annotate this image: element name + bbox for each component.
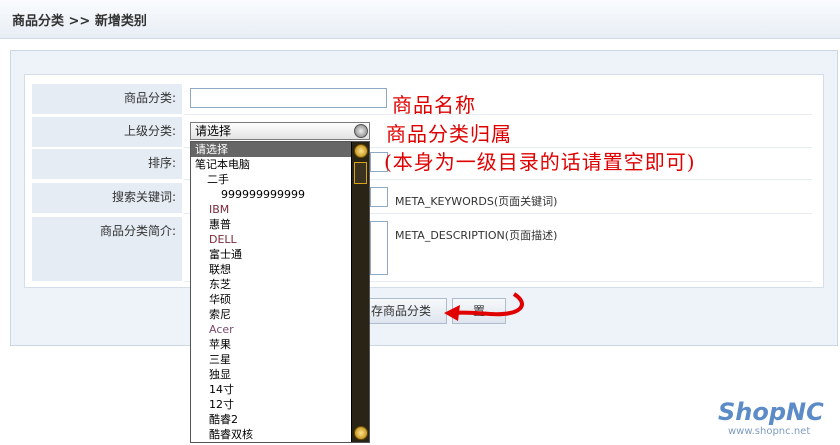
- dropdown-option[interactable]: 惠普: [191, 217, 369, 232]
- description-label: 商品分类简介:: [32, 217, 182, 281]
- dropdown-option[interactable]: 12寸: [191, 397, 369, 412]
- logo-url: www.shopnc.net: [728, 426, 811, 437]
- annotation-empty-hint: (本身为一级目录的话请置空即可): [384, 150, 696, 174]
- category-label: 商品分类:: [32, 84, 182, 114]
- sort-label: 排序:: [32, 149, 182, 179]
- dropdown-option[interactable]: 三星: [191, 352, 369, 367]
- parent-category-select[interactable]: 请选择: [190, 122, 370, 140]
- dropdown-scrollbar[interactable]: [351, 142, 369, 442]
- dropdown-option[interactable]: 索尼: [191, 307, 369, 322]
- description-textarea[interactable]: [370, 221, 388, 275]
- scroll-down-icon[interactable]: [354, 426, 368, 440]
- scroll-thumb[interactable]: [354, 162, 367, 184]
- dropdown-option[interactable]: 富士通: [191, 247, 369, 262]
- dropdown-option[interactable]: IBM: [191, 202, 369, 217]
- scroll-up-icon[interactable]: [354, 144, 368, 158]
- dropdown-option[interactable]: 14寸: [191, 382, 369, 397]
- keywords-hint: META_KEYWORDS(页面关键词): [395, 195, 558, 208]
- chevron-down-icon[interactable]: [354, 124, 368, 138]
- parent-select-value: 请选择: [195, 124, 232, 138]
- top-bar: 商品分类 >> 新增类别: [0, 0, 840, 39]
- dropdown-option[interactable]: 二手: [191, 172, 369, 187]
- dropdown-options: 请选择 笔记本电脑 二手 999999999999 IBM 惠普 DELL 富士通 联想 东芝 华硕…: [191, 142, 369, 442]
- description-hint: META_DESCRIPTION(页面描述): [395, 229, 558, 242]
- annotation-arrow: [444, 292, 524, 321]
- dropdown-option[interactable]: 请选择: [191, 142, 369, 157]
- parent-label: 上级分类:: [32, 117, 182, 147]
- breadcrumb: 商品分类 >> 新增类别: [12, 14, 147, 29]
- dropdown-option[interactable]: 华硕: [191, 292, 369, 307]
- keywords-input[interactable]: [370, 187, 388, 207]
- dropdown-option[interactable]: 酷睿2: [191, 412, 369, 427]
- annotation-category-parent: 商品分类归属: [386, 122, 512, 146]
- dropdown-option[interactable]: DELL: [191, 232, 369, 247]
- dropdown-option[interactable]: 苹果: [191, 337, 369, 352]
- category-name-input[interactable]: [190, 88, 387, 108]
- dropdown-option[interactable]: Acer: [191, 322, 369, 337]
- dropdown-option[interactable]: 笔记本电脑: [191, 157, 369, 172]
- keywords-label: 搜索关键词:: [32, 183, 182, 213]
- annotation-product-name: 商品名称: [392, 93, 476, 117]
- dropdown-option[interactable]: 酷睿双核: [191, 427, 369, 442]
- dropdown-option[interactable]: 联想: [191, 262, 369, 277]
- dropdown-option[interactable]: 999999999999: [191, 187, 369, 202]
- dropdown-option[interactable]: 独显: [191, 367, 369, 382]
- parent-category-dropdown[interactable]: 请选择 笔记本电脑 二手 999999999999 IBM 惠普 DELL 富士通 联想 东芝 华硕…: [190, 141, 370, 443]
- shopnc-logo: ShopNC: [718, 398, 824, 426]
- dropdown-option[interactable]: 东芝: [191, 277, 369, 292]
